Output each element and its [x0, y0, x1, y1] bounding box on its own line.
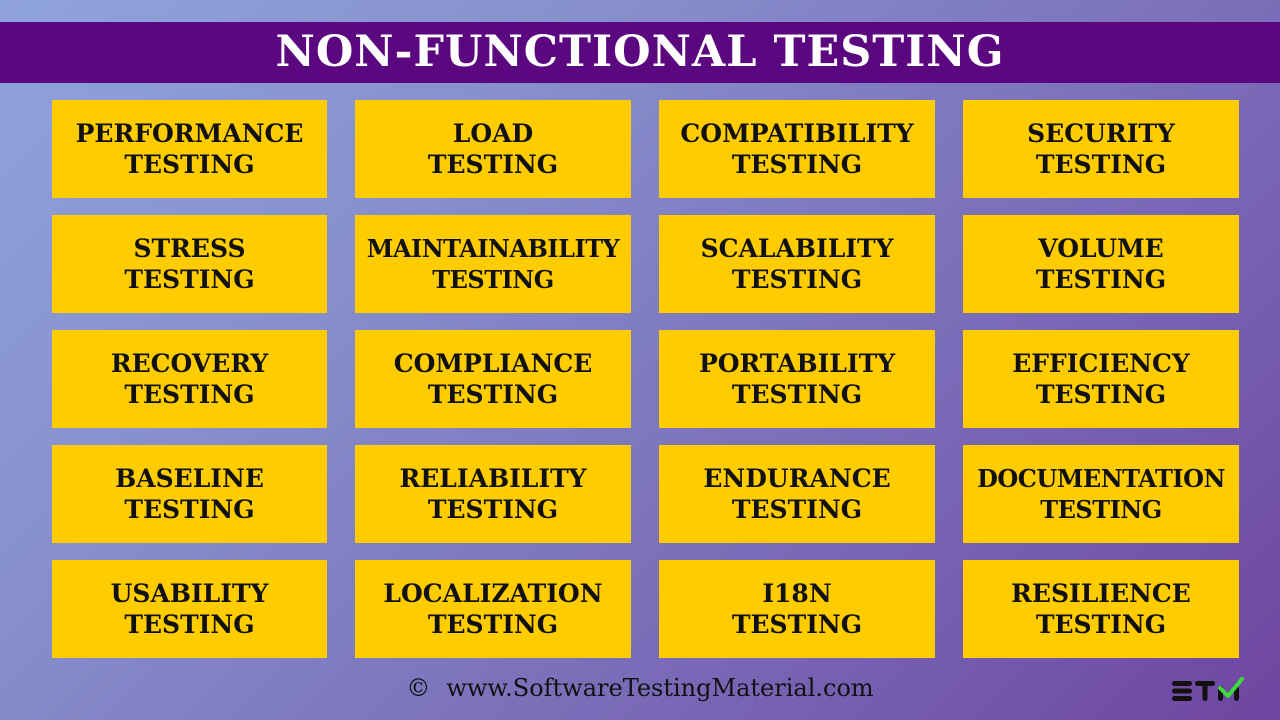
- stm-logo: [1172, 677, 1244, 701]
- card-line2: TESTING: [1040, 495, 1162, 524]
- copyright-icon: ©: [406, 674, 431, 702]
- card-line1: STRESS: [133, 234, 246, 263]
- website-link[interactable]: www.SoftwareTestingMaterial.com: [446, 674, 873, 702]
- card-i18n-testing: I18N TESTING: [659, 560, 935, 658]
- card-line1: LOAD: [452, 119, 534, 148]
- card-line2: TESTING: [427, 150, 559, 179]
- card-compatibility-testing: COMPATIBILITY TESTING: [659, 100, 935, 198]
- card-line1: MAINTAINABILITY: [366, 234, 620, 263]
- card-line2: TESTING: [124, 495, 255, 524]
- card-line2: TESTING: [731, 380, 863, 409]
- card-load-testing: LOAD TESTING: [355, 100, 631, 198]
- card-line1: COMPLIANCE: [393, 349, 593, 378]
- card-localization-testing: LOCALIZATION TESTING: [355, 560, 631, 658]
- card-scalability-testing: SCALABILITY TESTING: [659, 215, 935, 313]
- footer: © www.SoftwareTestingMaterial.com: [0, 674, 1280, 702]
- card-performance-testing: PERFORMANCE TESTING: [52, 100, 327, 198]
- card-security-testing: SECURITY TESTING: [963, 100, 1239, 198]
- card-line1: RECOVERY: [110, 349, 269, 378]
- card-line2: TESTING: [1035, 265, 1167, 294]
- card-line1: PERFORMANCE: [75, 119, 304, 148]
- card-baseline-testing: BASELINE TESTING: [52, 445, 327, 543]
- card-line1: SCALABILITY: [700, 234, 894, 263]
- card-line2: TESTING: [731, 150, 863, 179]
- card-line1: COMPATIBILITY: [680, 119, 914, 148]
- title-bar: NON-FUNCTIONAL TESTING: [0, 22, 1280, 83]
- card-line1: USABILITY: [110, 579, 269, 608]
- card-line1: LOCALIZATION: [383, 579, 603, 608]
- card-resilience-testing: RESILIENCE TESTING: [963, 560, 1239, 658]
- card-line2: TESTING: [731, 495, 863, 524]
- card-line1: BASELINE: [115, 464, 264, 493]
- card-efficiency-testing: EFFICIENCY TESTING: [963, 330, 1239, 428]
- card-line2: TESTING: [432, 265, 554, 294]
- card-line2: TESTING: [427, 610, 559, 639]
- page-title: NON-FUNCTIONAL TESTING: [275, 27, 1005, 77]
- card-reliability-testing: RELIABILITY TESTING: [355, 445, 631, 543]
- card-line1: RESILIENCE: [1011, 579, 1191, 608]
- card-line1: VOLUME: [1038, 234, 1164, 263]
- card-usability-testing: USABILITY TESTING: [52, 560, 327, 658]
- card-line2: TESTING: [124, 265, 255, 294]
- card-compliance-testing: COMPLIANCE TESTING: [355, 330, 631, 428]
- card-line1: RELIABILITY: [399, 464, 587, 493]
- card-endurance-testing: ENDURANCE TESTING: [659, 445, 935, 543]
- card-recovery-testing: RECOVERY TESTING: [52, 330, 327, 428]
- card-line2: TESTING: [1035, 150, 1167, 179]
- card-line2: TESTING: [731, 610, 863, 639]
- card-line2: TESTING: [124, 380, 255, 409]
- card-line1: I18N: [762, 579, 832, 608]
- card-line1: ENDURANCE: [703, 464, 891, 493]
- card-line2: TESTING: [427, 495, 559, 524]
- card-maintainability-testing: MAINTAINABILITY TESTING: [355, 215, 631, 313]
- card-line1: DOCUMENTATION: [977, 464, 1225, 493]
- card-line2: TESTING: [427, 380, 559, 409]
- card-line2: TESTING: [124, 150, 255, 179]
- card-line2: TESTING: [1035, 610, 1167, 639]
- card-line1: PORTABILITY: [698, 349, 896, 378]
- card-line2: TESTING: [124, 610, 255, 639]
- card-line2: TESTING: [1035, 380, 1167, 409]
- card-volume-testing: VOLUME TESTING: [963, 215, 1239, 313]
- testing-types-grid: PERFORMANCE TESTING LOAD TESTING COMPATIBI…: [52, 100, 1239, 658]
- card-documentation-testing: DOCUMENTATION TESTING: [963, 445, 1239, 543]
- card-portability-testing: PORTABILITY TESTING: [659, 330, 935, 428]
- card-line1: EFFICIENCY: [1012, 349, 1190, 378]
- card-line2: TESTING: [731, 265, 863, 294]
- card-stress-testing: STRESS TESTING: [52, 215, 327, 313]
- card-line1: SECURITY: [1027, 119, 1175, 148]
